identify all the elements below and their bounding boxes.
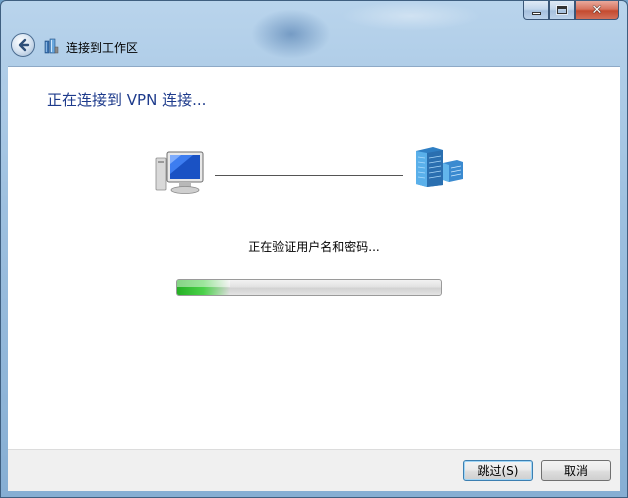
cancel-button[interactable]: 取消 bbox=[541, 460, 611, 481]
titlebar-glass-highlight bbox=[341, 1, 481, 31]
skip-button[interactable]: 跳过(S) bbox=[463, 460, 533, 481]
caption-buttons: ✕ bbox=[523, 1, 619, 20]
close-icon: ✕ bbox=[591, 2, 603, 18]
minimize-button[interactable] bbox=[523, 1, 549, 20]
minimize-icon bbox=[531, 11, 541, 15]
maximize-icon bbox=[556, 5, 568, 15]
page-heading: 正在连接到 VPN 连接... bbox=[47, 91, 207, 109]
connection-line bbox=[215, 175, 403, 176]
close-button[interactable]: ✕ bbox=[575, 1, 619, 20]
server-icon bbox=[416, 147, 463, 187]
progress-fill bbox=[177, 280, 230, 295]
status-text: 正在验证用户名和密码... bbox=[248, 240, 380, 254]
titlebar-glass-effect bbox=[251, 9, 331, 59]
back-button[interactable] bbox=[11, 33, 35, 57]
back-arrow-icon bbox=[18, 38, 30, 52]
computer-icon bbox=[155, 151, 204, 194]
dialog-window: ✕ 连接到工作区 正在连接到 VPN 连接... 正在验证用户名和密码... 跳… bbox=[0, 0, 628, 498]
content-area: 正在连接到 VPN 连接... 正在验证用户名和密码... bbox=[8, 66, 620, 449]
progress-bar bbox=[176, 279, 442, 296]
network-connection-icon bbox=[44, 38, 59, 54]
maximize-button[interactable] bbox=[549, 1, 575, 20]
footer-bar: 跳过(S) 取消 bbox=[8, 449, 620, 491]
wizard-title: 连接到工作区 bbox=[66, 41, 139, 55]
